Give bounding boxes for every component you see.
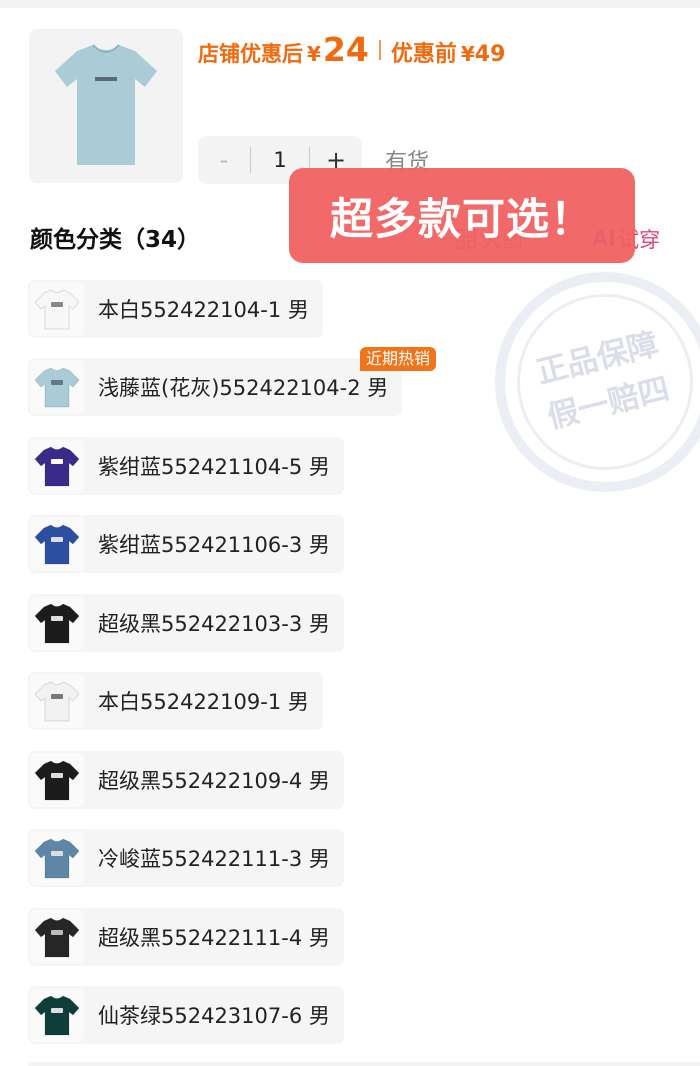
- bottom-divider: [28, 1062, 700, 1066]
- variant-label: 超级黑552422109-4 男: [98, 769, 330, 793]
- variant-thumbnail: [30, 910, 84, 964]
- variant-option[interactable]: 本白552422109-1 男: [28, 672, 323, 730]
- tshirt-icon: [34, 838, 80, 879]
- original-price-label: 优惠前: [390, 42, 457, 67]
- price-row: 店铺优惠后 ¥ 24 优惠前 ¥ 49: [198, 30, 505, 70]
- color-category-title: 颜色分类（34）: [30, 227, 201, 253]
- tshirt-icon: [55, 44, 157, 165]
- hot-sale-badge: 近期热销: [360, 347, 437, 371]
- discount-price: 24: [322, 30, 369, 69]
- tshirt-icon: [34, 446, 80, 487]
- variant-label: 超级黑552422111-4 男: [98, 926, 330, 950]
- tshirt-icon: [34, 289, 80, 330]
- variant-option[interactable]: 超级黑552422103-3 男: [28, 594, 344, 652]
- variant-option[interactable]: 浅藤蓝(花灰)552422104-2 男: [28, 358, 403, 416]
- variant-thumbnail: [30, 439, 84, 493]
- variant-thumbnail: [30, 360, 84, 414]
- price-separator: [378, 40, 381, 60]
- variant-thumbnail: [30, 282, 84, 336]
- variant-label: 仙茶绿552423107-6 男: [98, 1004, 330, 1028]
- currency-symbol: ¥: [460, 42, 475, 66]
- tshirt-icon: [34, 524, 80, 565]
- tshirt-icon: [34, 367, 80, 408]
- currency-symbol: ¥: [307, 42, 321, 66]
- variant-label: 紫绀蓝552421104-5 男: [98, 455, 330, 479]
- variant-label: 紫绀蓝552421106-3 男: [98, 533, 330, 557]
- tshirt-icon: [34, 917, 80, 958]
- variant-option[interactable]: 超级黑552422111-4 男: [28, 908, 344, 966]
- discount-price-label: 店铺优惠后: [198, 42, 303, 66]
- variant-thumbnail: [30, 831, 84, 885]
- tshirt-icon: [34, 760, 80, 801]
- variant-thumbnail: [30, 674, 84, 728]
- variant-label: 浅藤蓝(花灰)552422104-2 男: [98, 376, 389, 400]
- tshirt-icon: [34, 681, 80, 722]
- variant-thumbnail: [30, 753, 84, 807]
- variant-option[interactable]: 紫绀蓝552421104-5 男: [28, 437, 344, 495]
- variant-option[interactable]: 仙茶绿552423107-6 男: [28, 986, 344, 1044]
- tshirt-icon: [34, 603, 80, 644]
- variant-option[interactable]: 紫绀蓝552421106-3 男: [28, 515, 344, 573]
- variant-option[interactable]: 本白552422104-1 男: [28, 280, 323, 338]
- variant-thumbnail: [30, 988, 84, 1042]
- variant-option[interactable]: 冷峻蓝552422111-3 男: [28, 829, 344, 887]
- variant-label: 冷峻蓝552422111-3 男: [98, 847, 330, 871]
- variant-thumbnail: [30, 517, 84, 571]
- product-image[interactable]: [29, 29, 183, 183]
- tshirt-icon: [34, 995, 80, 1036]
- decrease-button[interactable]: -: [198, 146, 250, 174]
- promo-overlay-banner: 超多款可选！: [289, 168, 635, 263]
- original-price: 49: [474, 42, 506, 67]
- variant-option[interactable]: 超级黑552422109-4 男: [28, 751, 344, 809]
- variant-label: 超级黑552422103-3 男: [98, 612, 330, 636]
- variant-thumbnail: [30, 596, 84, 650]
- variant-label: 本白552422109-1 男: [98, 690, 309, 714]
- top-divider: [0, 0, 700, 8]
- variant-label: 本白552422104-1 男: [98, 298, 309, 322]
